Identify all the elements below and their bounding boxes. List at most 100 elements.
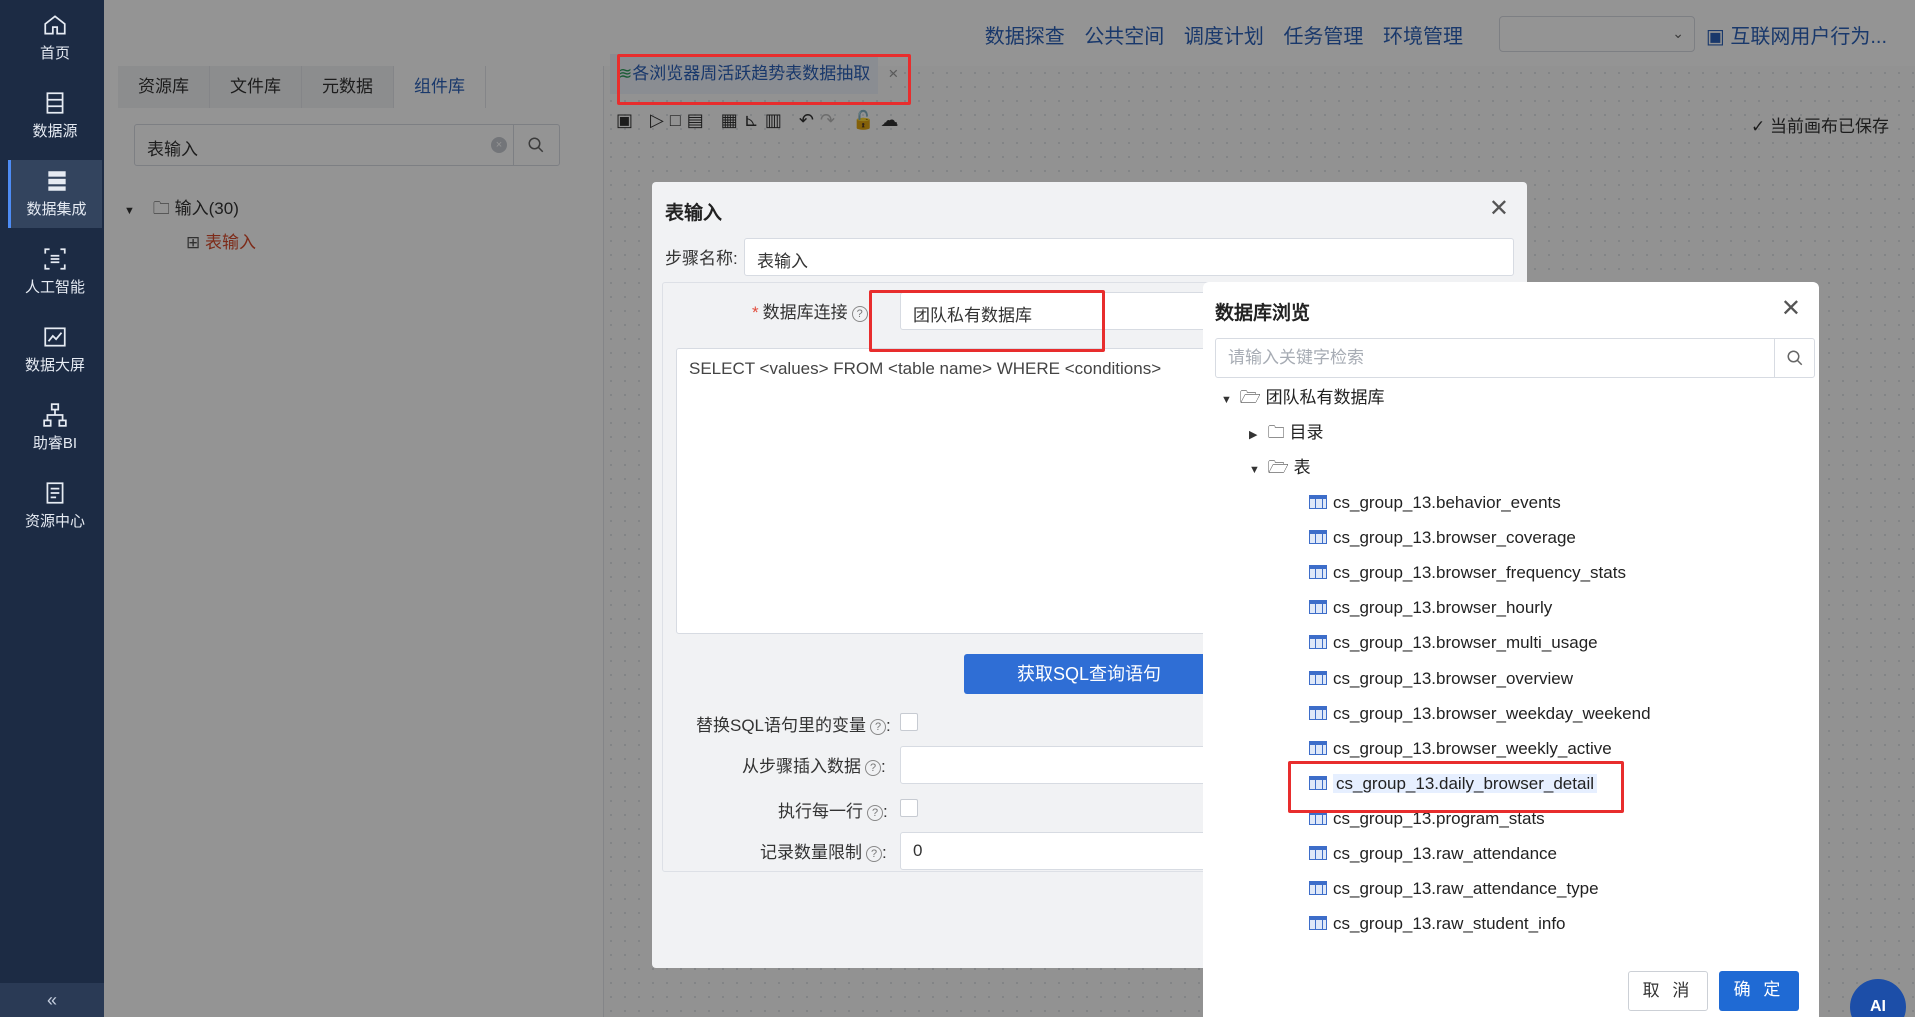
get-sql-button[interactable]: 获取SQL查询语句 xyxy=(964,654,1214,694)
confirm-button[interactable]: 确 定 xyxy=(1719,971,1799,1011)
close-icon[interactable]: ✕ xyxy=(1489,194,1509,223)
table-node-label: cs_group_13.browser_coverage xyxy=(1333,528,1576,547)
table-node[interactable]: cs_group_13.program_stats xyxy=(1309,804,1545,834)
nav-ai-label: 人工智能 xyxy=(24,279,85,296)
nav-ai[interactable]: 人工智能 xyxy=(8,238,102,306)
db-browser-dialog: 数据库浏览 ✕ ▼ 🗁 团队私有数据库 ▶ 🗀 目录 ▼ 🗁 表 cs_grou… xyxy=(1203,282,1819,1017)
nav-bi[interactable]: 助睿BI xyxy=(8,394,102,462)
row-limit-field[interactable]: 0 xyxy=(900,832,1220,870)
database-icon xyxy=(46,92,64,114)
collapse-sidebar-button[interactable]: « xyxy=(0,983,104,1017)
exec-each-row-label: 执行每一行?: xyxy=(778,802,888,821)
table-node[interactable]: cs_group_13.behavior_events xyxy=(1309,488,1561,518)
db-browser-search-input[interactable] xyxy=(1216,339,1771,377)
help-icon[interactable]: ? xyxy=(851,305,868,322)
table-node-label: cs_group_13.browser_weekday_weekend xyxy=(1333,704,1651,723)
help-icon[interactable]: ? xyxy=(867,804,883,821)
table-node-label: cs_group_13.daily_browser_detail xyxy=(1333,774,1597,793)
tree-node-catalog-label: 目录 xyxy=(1289,423,1324,442)
table-node-label: cs_group_13.behavior_events xyxy=(1333,493,1561,512)
table-node-label: cs_group_13.browser_overview xyxy=(1333,669,1574,688)
chart-line-icon xyxy=(44,327,66,347)
help-icon[interactable]: ? xyxy=(865,759,881,776)
table-node-label: cs_group_13.program_stats xyxy=(1333,809,1545,828)
cancel-button[interactable]: 取 消 xyxy=(1628,971,1708,1011)
nav-home[interactable]: 首页 xyxy=(8,4,102,72)
table-node[interactable]: cs_group_13.browser_coverage xyxy=(1309,523,1576,553)
row-limit-label-text: 记录数量限制 xyxy=(760,843,862,862)
table-node[interactable]: cs_group_13.raw_attendance_type xyxy=(1309,874,1599,904)
caret-down-icon: ▼ xyxy=(1249,464,1260,476)
table-icon xyxy=(1309,495,1327,509)
required-mark: * xyxy=(752,303,759,322)
folder-open-icon: 🗁 xyxy=(1239,388,1261,407)
tree-node-root[interactable]: ▼ 🗁 团队私有数据库 xyxy=(1221,383,1385,413)
table-node[interactable]: cs_group_13.browser_weekday_weekend xyxy=(1309,699,1651,729)
table-icon xyxy=(1309,881,1327,895)
left-sidebar: 首页 数据源 数据集成 人工智能 数据大屏 助睿BI 资源中心 « xyxy=(0,0,104,1017)
db-tree: ▼ 🗁 团队私有数据库 ▶ 🗀 目录 ▼ 🗁 表 cs_group_13.beh… xyxy=(1203,382,1819,942)
search-icon xyxy=(1787,350,1803,366)
table-node[interactable]: cs_group_13.raw_student_info xyxy=(1309,909,1566,939)
step-name-label: 步骤名称: xyxy=(665,249,738,268)
table-node[interactable]: cs_group_13.raw_attendance xyxy=(1309,839,1557,869)
table-icon xyxy=(1309,530,1327,544)
db-connection-label-text: 数据库连接 xyxy=(762,303,848,322)
db-connection-label: * 数据库连接?: xyxy=(752,303,873,322)
help-icon[interactable]: ? xyxy=(870,718,887,735)
table-node[interactable]: cs_group_13.browser_hourly xyxy=(1309,593,1552,623)
table-input-dialog-title: 表输入 xyxy=(665,203,723,224)
caret-down-icon: ▼ xyxy=(1221,394,1232,406)
nav-integration[interactable]: 数据集成 xyxy=(8,160,102,228)
tree-node-catalog[interactable]: ▶ 🗀 目录 xyxy=(1249,418,1323,448)
insert-from-step-label-text: 从步骤插入数据 xyxy=(742,757,861,776)
db-browser-title: 数据库浏览 xyxy=(1215,303,1311,324)
table-icon xyxy=(1309,635,1327,649)
nav-datasource-label: 数据源 xyxy=(32,123,78,140)
table-node-label: cs_group_13.browser_hourly xyxy=(1333,598,1553,617)
table-icon xyxy=(1309,706,1327,720)
table-node[interactable]: cs_group_13.browser_overview xyxy=(1309,664,1573,694)
folder-open-icon: 🗁 xyxy=(1267,458,1289,477)
org-chart-icon xyxy=(43,403,67,427)
table-node[interactable]: cs_group_13.browser_multi_usage xyxy=(1309,628,1598,658)
table-icon xyxy=(1309,671,1327,685)
replace-vars-label-text: 替换SQL语句里的变量 xyxy=(696,716,867,735)
insert-from-step-label: 从步骤插入数据?: xyxy=(742,757,886,776)
tree-node-tables[interactable]: ▼ 🗁 表 xyxy=(1249,453,1311,483)
search-button[interactable] xyxy=(1774,339,1814,377)
table-node[interactable]: cs_group_13.browser_weekly_active xyxy=(1309,734,1612,764)
nav-bi-label: 助睿BI xyxy=(32,435,78,452)
caret-right-icon: ▶ xyxy=(1249,429,1258,441)
step-name-field[interactable]: 表输入 xyxy=(744,238,1514,276)
table-icon xyxy=(1309,916,1327,930)
tree-node-tables-label: 表 xyxy=(1293,458,1311,477)
table-node-label: cs_group_13.raw_attendance_type xyxy=(1333,879,1599,898)
table-node[interactable]: cs_group_13.browser_frequency_stats xyxy=(1309,558,1626,588)
table-node-label: cs_group_13.browser_multi_usage xyxy=(1333,633,1598,652)
close-icon[interactable]: ✕ xyxy=(1781,294,1801,323)
help-icon[interactable]: ? xyxy=(866,845,882,862)
table-node-label: cs_group_13.raw_attendance xyxy=(1333,844,1557,863)
nav-bigscreen[interactable]: 数据大屏 xyxy=(8,316,102,384)
nav-home-label: 首页 xyxy=(39,45,70,62)
table-icon xyxy=(1309,741,1327,755)
insert-from-step-select[interactable] xyxy=(900,746,1220,784)
exec-each-row-checkbox[interactable] xyxy=(900,799,918,817)
nav-bigscreen-label: 数据大屏 xyxy=(24,357,85,374)
table-icon xyxy=(1309,776,1327,790)
server-stack-icon xyxy=(47,171,66,191)
nav-resources[interactable]: 资源中心 xyxy=(8,472,102,540)
home-icon xyxy=(44,15,66,35)
table-node-label: cs_group_13.browser_frequency_stats xyxy=(1333,563,1626,582)
replace-vars-label: 替换SQL语句里的变量?: xyxy=(696,716,891,735)
nav-resources-label: 资源中心 xyxy=(24,513,85,530)
nav-integration-label: 数据集成 xyxy=(26,201,87,218)
table-icon xyxy=(1309,565,1327,579)
table-icon xyxy=(1309,846,1327,860)
nav-datasource[interactable]: 数据源 xyxy=(8,82,102,150)
table-node-label: cs_group_13.raw_student_info xyxy=(1333,914,1566,933)
table-icon xyxy=(1309,600,1327,614)
replace-vars-checkbox[interactable] xyxy=(900,713,918,731)
table-node[interactable]: cs_group_13.daily_browser_detail xyxy=(1309,769,1597,799)
